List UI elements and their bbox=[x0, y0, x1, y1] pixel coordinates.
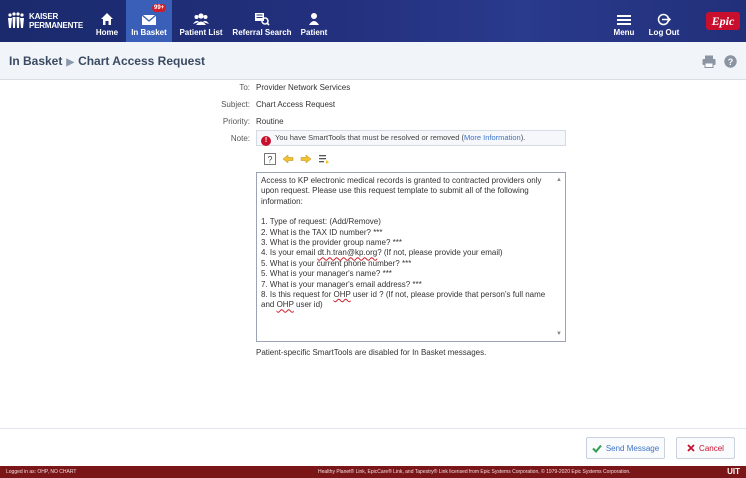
nav-patient-list[interactable]: Patient List bbox=[174, 0, 228, 42]
send-message-label: Send Message bbox=[605, 443, 660, 453]
smarttool-help-icon[interactable]: ? bbox=[264, 153, 276, 165]
patient-icon bbox=[309, 13, 319, 25]
scroll-down-icon[interactable]: ▼ bbox=[556, 329, 562, 339]
page-title-bar: In Basket ▶ Chart Access Request ? bbox=[0, 42, 746, 80]
nav-patient-label: Patient bbox=[300, 28, 328, 37]
error-icon: ! bbox=[261, 136, 271, 146]
close-icon bbox=[687, 444, 695, 452]
subject-value: Chart Access Request bbox=[256, 100, 336, 109]
brand-line1: KAISER bbox=[29, 12, 59, 21]
previous-field-icon[interactable] bbox=[282, 153, 294, 165]
kaiser-logo-icon bbox=[8, 12, 24, 28]
page-title: Chart Access Request bbox=[78, 54, 205, 68]
menu-icon bbox=[617, 15, 631, 25]
priority-label: Priority: bbox=[222, 117, 250, 126]
svg-text:?: ? bbox=[728, 57, 734, 67]
nav-log-out[interactable]: Log Out bbox=[644, 0, 684, 42]
svg-text:?: ? bbox=[267, 155, 272, 165]
editor-item-4: 4. Is your email dt.h.tran@kp.org? (If n… bbox=[261, 248, 551, 258]
editor-toolbar: ? bbox=[264, 152, 330, 166]
cancel-label: Cancel bbox=[699, 443, 724, 453]
subject-label: Subject: bbox=[221, 100, 250, 109]
home-icon bbox=[101, 13, 113, 25]
top-nav: KAISER PERMANENTE Home 99+ In Basket Pat… bbox=[0, 0, 746, 42]
checkmark-icon bbox=[592, 444, 602, 453]
footer-bar: Logged in as: OHP, NO CHART Healthy Plan… bbox=[0, 466, 746, 478]
nav-home-label: Home bbox=[95, 28, 119, 37]
editor-intro: Access to KP electronic medical records … bbox=[261, 176, 542, 206]
editor-item-3: 3. What is the provider group name? *** bbox=[261, 238, 402, 248]
environment-badge: UIT bbox=[727, 467, 740, 476]
editor-item-5: 5. What is your current phone number? **… bbox=[261, 258, 412, 268]
editor-item-8: 8. Is this request for OHP user id ? (If… bbox=[261, 290, 551, 311]
nav-menu-label: Menu bbox=[613, 28, 635, 37]
editor-item-8-ohp: OHP bbox=[333, 290, 351, 300]
in-basket-badge: 99+ bbox=[152, 4, 167, 12]
smarttools-disabled-note: Patient-specific SmartTools are disabled… bbox=[256, 348, 487, 357]
referral-search-icon bbox=[255, 13, 270, 26]
editor-item-2: 2. What is the TAX ID number? *** bbox=[261, 227, 383, 237]
brand-line2: PERMANENTE bbox=[29, 21, 84, 30]
nav-menu[interactable]: Menu bbox=[608, 0, 640, 42]
nav-in-basket-label: In Basket bbox=[131, 28, 167, 37]
envelope-icon bbox=[141, 14, 157, 25]
to-value: Provider Network Services bbox=[256, 83, 351, 92]
nav-home[interactable]: Home bbox=[90, 0, 124, 42]
send-message-button[interactable]: Send Message bbox=[586, 437, 665, 459]
more-information-link[interactable]: More Information bbox=[464, 133, 521, 142]
nav-patient[interactable]: Patient bbox=[296, 0, 332, 42]
log-out-icon bbox=[657, 13, 671, 26]
help-icon[interactable]: ? bbox=[724, 55, 737, 68]
message-body-editor[interactable]: Access to KP electronic medical records … bbox=[256, 172, 566, 342]
editor-item-4-email: dt.h.tran@kp.org bbox=[317, 248, 378, 258]
nav-patient-list-label: Patient List bbox=[179, 28, 223, 37]
smarttools-warning: ! You have SmartTools that must be resolv… bbox=[256, 130, 566, 146]
nav-referral-search[interactable]: Referral Search bbox=[230, 0, 294, 42]
patient-list-icon bbox=[193, 13, 209, 25]
scroll-up-icon[interactable]: ▲ bbox=[556, 175, 562, 185]
epic-logo: Epic bbox=[706, 12, 740, 30]
editor-item-1: 1. Type of request: (Add/Remove) bbox=[261, 217, 381, 227]
kaiser-logo-text: KAISER PERMANENTE bbox=[29, 12, 83, 30]
license-text: Healthy Planet® Link, EpicCare® Link, an… bbox=[318, 469, 631, 475]
breadcrumb: In Basket ▶ Chart Access Request bbox=[9, 54, 205, 68]
editor-item-4-text-end: ? (If not, please provide your email) bbox=[377, 248, 503, 258]
editor-item-8-text-end: user id) bbox=[293, 300, 323, 310]
smartlist-icon[interactable] bbox=[318, 153, 330, 165]
priority-value: Routine bbox=[256, 117, 284, 126]
breadcrumb-separator-icon: ▶ bbox=[66, 57, 75, 68]
kaiser-logo: KAISER PERMANENTE bbox=[6, 9, 88, 33]
next-field-icon[interactable] bbox=[300, 153, 312, 165]
breadcrumb-in-basket[interactable]: In Basket bbox=[9, 54, 62, 68]
nav-log-out-label: Log Out bbox=[648, 28, 680, 37]
editor-item-4-text: 4. Is your email bbox=[261, 248, 318, 258]
to-label: To: bbox=[239, 83, 250, 92]
action-bar-divider bbox=[0, 428, 746, 429]
nav-in-basket[interactable]: 99+ In Basket bbox=[126, 0, 172, 42]
editor-item-7: 7. What is your manager's email address?… bbox=[261, 279, 422, 289]
editor-item-6: 5. What is your manager's name? *** bbox=[261, 269, 392, 279]
nav-referral-search-label: Referral Search bbox=[232, 28, 292, 37]
cancel-button[interactable]: Cancel bbox=[676, 437, 735, 459]
warning-text-end: ). bbox=[520, 133, 526, 142]
print-icon[interactable] bbox=[702, 55, 716, 68]
editor-item-8-ohp-2: OHP bbox=[276, 300, 294, 310]
logged-in-text: Logged in as: OHP, NO CHART bbox=[6, 469, 77, 475]
editor-item-8-text: 8. Is this request for bbox=[261, 290, 334, 300]
note-label: Note: bbox=[230, 134, 250, 143]
warning-text: You have SmartTools that must be resolve… bbox=[275, 133, 464, 142]
